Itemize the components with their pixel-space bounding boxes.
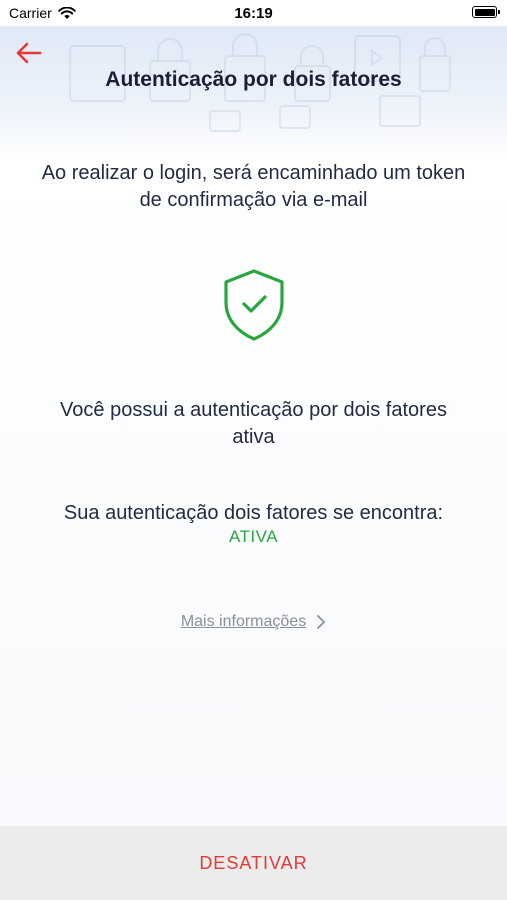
clock: 16:19 xyxy=(234,5,273,22)
header: Autenticação por dois fatores xyxy=(0,26,507,136)
state-value-badge: ATIVA xyxy=(228,527,279,546)
chevron-right-icon xyxy=(317,615,326,629)
more-info-link[interactable]: Mais informações xyxy=(0,613,507,631)
status-message: Você possui a autenticação por dois fato… xyxy=(60,399,447,448)
intro-text: Ao realizar o login, será encaminhado um… xyxy=(41,162,466,211)
back-button[interactable] xyxy=(12,38,44,68)
deactivate-button[interactable]: DESATIVAR xyxy=(0,826,507,900)
page-title: Autenticação por dois fatores xyxy=(105,68,402,91)
more-info-label: Mais informações xyxy=(180,613,307,630)
battery-icon xyxy=(472,6,500,18)
screen: Carrier 16:19 Autenticação por dois fato… xyxy=(0,0,507,900)
state-label: Sua autenticação dois fatores se encontr… xyxy=(63,502,444,524)
deactivate-label: DESATIVAR xyxy=(199,852,308,873)
arrow-left-icon xyxy=(16,42,42,64)
shield-check-icon xyxy=(224,269,284,341)
status-bar: Carrier 16:19 xyxy=(0,0,507,26)
